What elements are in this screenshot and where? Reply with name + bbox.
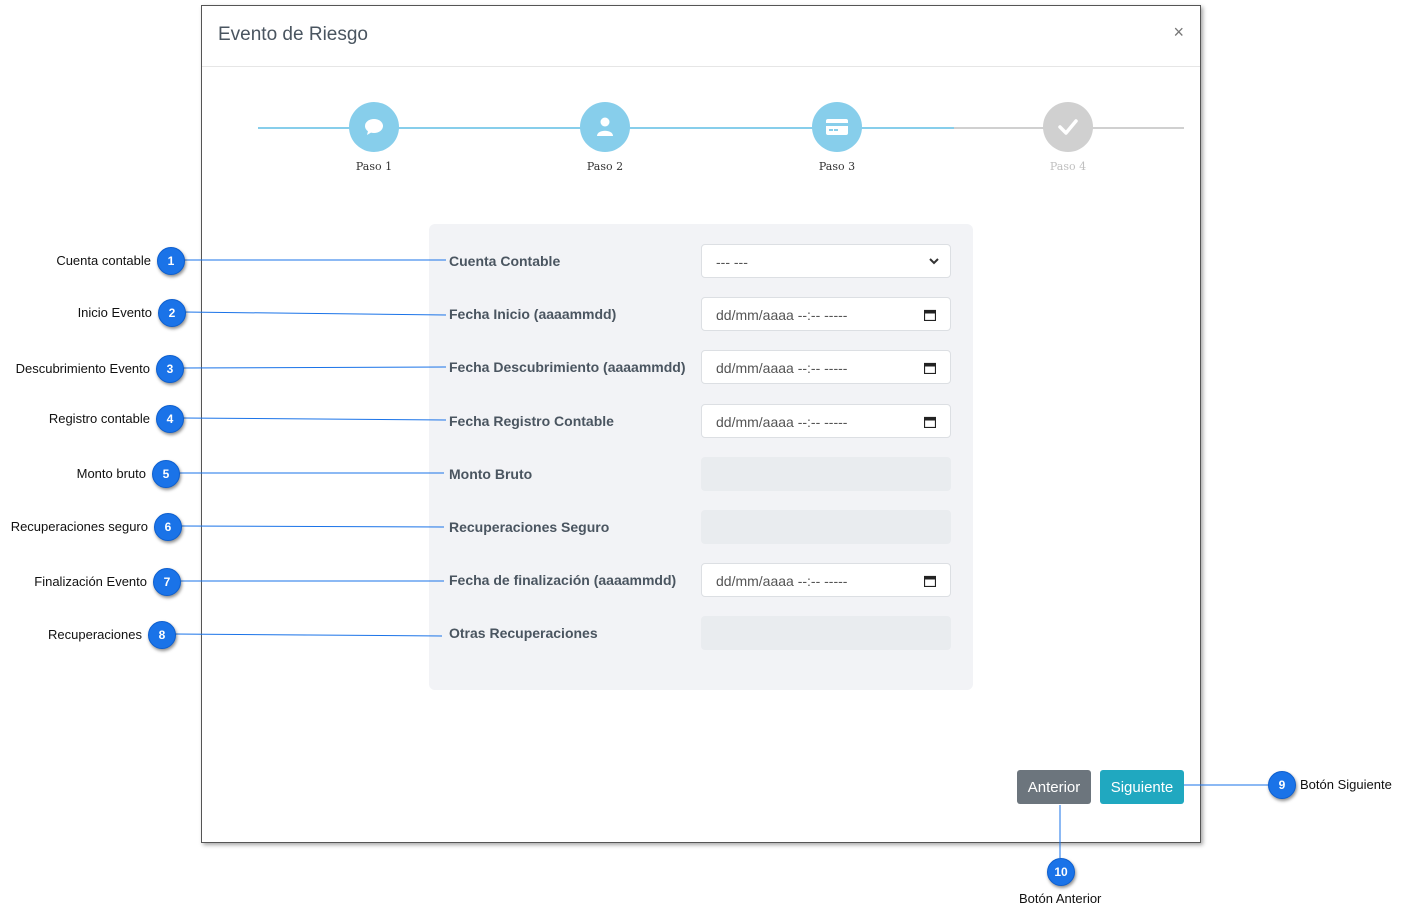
- otras-recuperaciones-label: Otras Recuperaciones: [449, 625, 598, 641]
- callout-badge-10: 10: [1047, 858, 1075, 886]
- monto-bruto-label: Monto Bruto: [449, 466, 533, 482]
- callout-label-10: Botón Anterior: [1019, 891, 1102, 906]
- step-2[interactable]: Paso 2: [545, 102, 665, 173]
- fecha-inicio-label: Fecha Inicio (aaaammdd): [449, 306, 617, 322]
- cuenta-contable-label: Cuenta Contable: [449, 253, 561, 269]
- step-label: Paso 3: [818, 160, 856, 173]
- check-icon: [1043, 102, 1093, 152]
- calendar-icon[interactable]: [923, 361, 937, 377]
- form-row-monto-bruto: Monto Bruto: [429, 457, 973, 493]
- chevron-down-icon: [928, 254, 940, 270]
- callout-badge-6: 6: [154, 513, 182, 541]
- callout-label-1: Cuenta contable: [56, 253, 151, 268]
- monto-bruto-input: [701, 457, 951, 491]
- date-placeholder: dd/mm/aaaa --:-- -----: [716, 307, 848, 323]
- callout-label-5: Monto bruto: [76, 466, 146, 481]
- callout-badge-5: 5: [152, 460, 180, 488]
- callout-badge-7: 7: [153, 568, 181, 596]
- step-3[interactable]: Paso 3: [777, 102, 897, 173]
- chat-icon: [349, 102, 399, 152]
- step-4[interactable]: Paso 4: [1008, 102, 1128, 173]
- user-icon: [580, 102, 630, 152]
- date-placeholder: dd/mm/aaaa --:-- -----: [716, 414, 848, 430]
- fecha-descubrimiento-input[interactable]: dd/mm/aaaa --:-- -----: [701, 350, 951, 384]
- callout-label-3: Descubrimiento Evento: [15, 361, 150, 376]
- fecha-descubrimiento-label: Fecha Descubrimiento (aaaammdd): [449, 359, 686, 375]
- step-label: Paso 1: [355, 160, 393, 173]
- date-placeholder: dd/mm/aaaa --:-- -----: [716, 360, 848, 376]
- calendar-icon[interactable]: [923, 574, 937, 590]
- form-row-fecha-finalizacion: Fecha de finalización (aaaammdd) dd/mm/a…: [429, 563, 973, 599]
- recuperaciones-seguro-label: Recuperaciones Seguro: [449, 519, 610, 535]
- callout-badge-4: 4: [156, 405, 184, 433]
- step-label: Paso 2: [586, 160, 624, 173]
- form-row-otras-recuperaciones: Otras Recuperaciones: [429, 616, 973, 652]
- callout-badge-1: 1: [157, 247, 185, 275]
- anterior-button[interactable]: Anterior: [1017, 770, 1091, 804]
- callout-label-4: Registro contable: [48, 411, 150, 426]
- form-row-fecha-descubrimiento: Fecha Descubrimiento (aaaammdd) dd/mm/aa…: [429, 350, 973, 386]
- recuperaciones-seguro-input: [701, 510, 951, 544]
- siguiente-button[interactable]: Siguiente: [1100, 770, 1184, 804]
- callout-label-9: Botón Siguiente: [1300, 777, 1392, 792]
- modal-dialog: Evento de Riesgo × Paso 1 Paso 2 Paso 3: [201, 5, 1201, 843]
- callout-label-7: Finalización Evento: [34, 574, 147, 589]
- fecha-finalizacion-label: Fecha de finalización (aaaammdd): [449, 572, 677, 588]
- date-placeholder: dd/mm/aaaa --:-- -----: [716, 573, 848, 589]
- form-row-fecha-inicio: Fecha Inicio (aaaammdd) dd/mm/aaaa --:--…: [429, 297, 973, 333]
- fecha-registro-label: Fecha Registro Contable: [449, 413, 614, 429]
- otras-recuperaciones-input: [701, 616, 951, 650]
- step-1[interactable]: Paso 1: [314, 102, 434, 173]
- form-row-recuperaciones-seguro: Recuperaciones Seguro: [429, 510, 973, 546]
- form-panel: Cuenta Contable --- --- Fecha Inicio (aa…: [429, 224, 973, 690]
- calendar-icon[interactable]: [923, 308, 937, 324]
- fecha-finalizacion-input[interactable]: dd/mm/aaaa --:-- -----: [701, 563, 951, 597]
- credit-card-icon: [812, 102, 862, 152]
- fecha-inicio-input[interactable]: dd/mm/aaaa --:-- -----: [701, 297, 951, 331]
- select-value: --- ---: [716, 254, 748, 270]
- callout-badge-8: 8: [148, 621, 176, 649]
- callout-badge-9: 9: [1268, 771, 1296, 799]
- calendar-icon[interactable]: [923, 415, 937, 431]
- stepper: Paso 1 Paso 2 Paso 3 Paso 4: [202, 6, 1200, 206]
- callout-label-6: Recuperaciones seguro: [10, 519, 148, 534]
- callout-badge-3: 3: [156, 355, 184, 383]
- cuenta-contable-select[interactable]: --- ---: [701, 244, 951, 278]
- callout-label-2: Inicio Evento: [77, 305, 152, 320]
- form-row-fecha-registro: Fecha Registro Contable dd/mm/aaaa --:--…: [429, 404, 973, 440]
- step-label: Paso 4: [1049, 160, 1087, 173]
- form-row-cuenta-contable: Cuenta Contable --- ---: [429, 244, 973, 280]
- fecha-registro-input[interactable]: dd/mm/aaaa --:-- -----: [701, 404, 951, 438]
- callout-label-8: Recuperaciones: [48, 627, 142, 642]
- callout-badge-2: 2: [158, 299, 186, 327]
